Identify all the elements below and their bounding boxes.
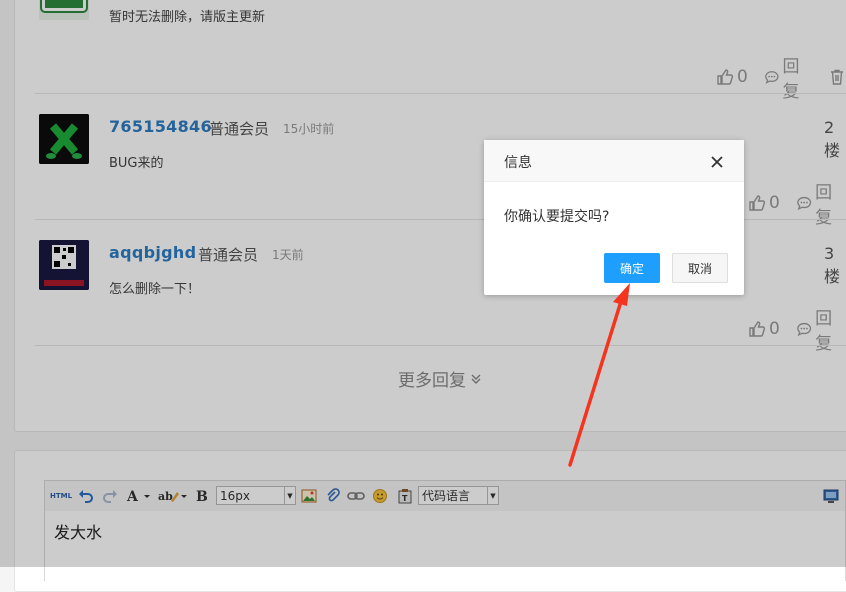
annotation-arrow <box>568 283 630 467</box>
